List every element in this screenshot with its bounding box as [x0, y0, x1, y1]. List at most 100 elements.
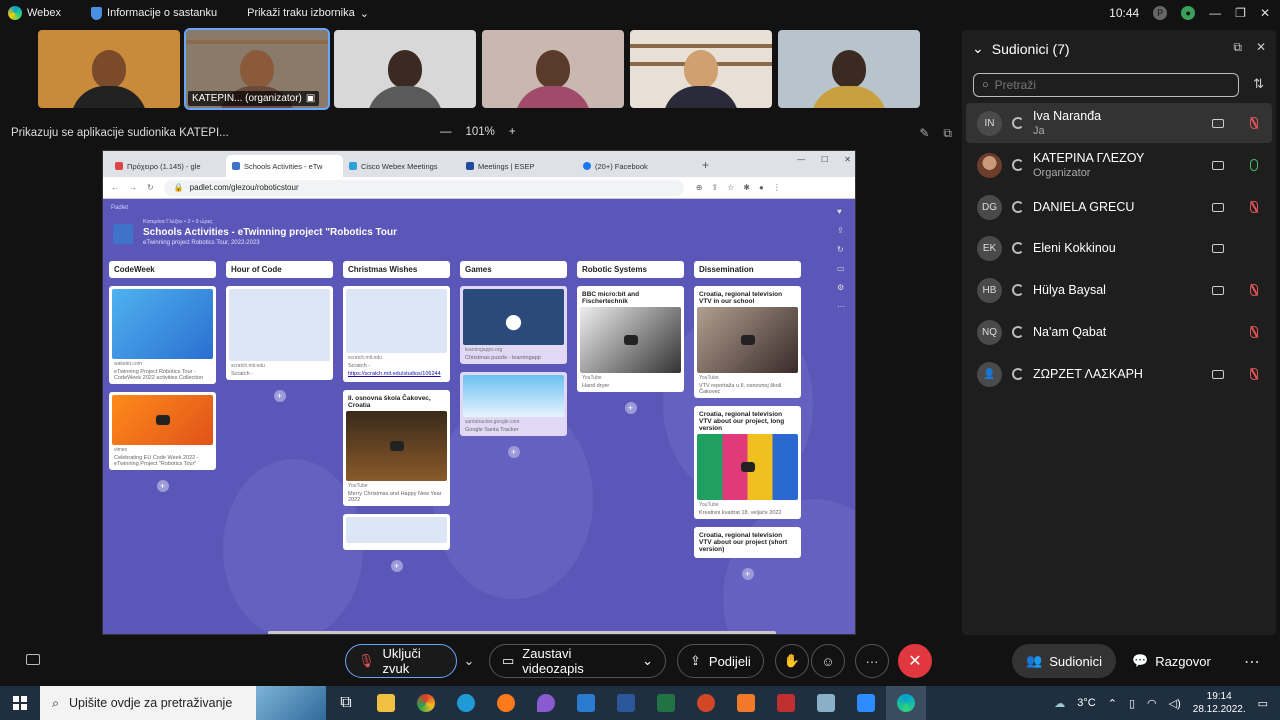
mic-muted-icon[interactable] [1250, 326, 1258, 338]
taskbar-app[interactable] [606, 686, 646, 720]
add-post-button[interactable]: + [741, 568, 754, 580]
share-button[interactable]: ⇪ Podijeli [677, 644, 764, 678]
captions-icon[interactable] [26, 654, 40, 665]
extensions-icon[interactable]: ✱ [743, 183, 750, 192]
video-tile[interactable] [38, 30, 180, 108]
temperature[interactable]: 3°C [1077, 697, 1095, 709]
meeting-info-button[interactable]: Informacije o sastanku [91, 6, 217, 20]
restore-icon[interactable]: ❐ [1235, 6, 1246, 20]
app-menu[interactable]: Webex [8, 6, 61, 20]
post-card[interactable]: scratch.mit.edu Scratch - https://scratc… [343, 286, 450, 382]
more-icon[interactable]: ⋯ [837, 302, 851, 311]
browser-tab-active[interactable]: Schools Activities - eTw [226, 155, 343, 177]
post-card[interactable]: vimeo Celebrating EU Code Week 2022 - eT… [109, 392, 216, 470]
post-card[interactable]: scratch.mit.edu Scratch - [226, 286, 333, 380]
mic-muted-icon[interactable] [1250, 201, 1258, 213]
card-link[interactable]: https://scratch.mit.edu/studios/106244 [346, 369, 447, 379]
pop-out-icon[interactable]: ⧉ [1233, 40, 1242, 55]
menu-icon[interactable]: ⋮ [773, 183, 781, 192]
mic-muted-icon[interactable] [1250, 284, 1258, 296]
participant-row[interactable]: EK Eleni Kokkinou [966, 228, 1272, 268]
video-tile-active[interactable]: ΚΑΤΕΡΙΝ... (organizator) ▣ [184, 28, 330, 110]
taskbar-search[interactable]: ⌕ Upišite ovdje za pretraživanje [40, 686, 326, 720]
sort-icon[interactable]: ⇅ [1253, 76, 1264, 92]
taskbar-app[interactable] [486, 686, 526, 720]
heart-icon[interactable]: ♥ [837, 207, 851, 216]
video-tile[interactable] [334, 30, 476, 108]
add-post-button[interactable]: + [390, 560, 403, 572]
taskbar-app[interactable] [566, 686, 606, 720]
settings-icon[interactable]: ⚙ [837, 283, 851, 292]
taskbar-app[interactable] [526, 686, 566, 720]
add-post-button[interactable]: + [156, 480, 169, 492]
mic-muted-icon[interactable] [1250, 368, 1258, 380]
more-options-button[interactable]: ··· [855, 644, 889, 678]
taskbar-clock[interactable]: 19:14 28.12.2022. [1193, 690, 1246, 716]
start-button[interactable] [0, 686, 40, 720]
browser-tab[interactable]: (20+) Facebook [577, 155, 694, 177]
post-card[interactable]: BBC micro:bit and Fischertechnik YouTube… [577, 286, 684, 392]
raise-hand-button[interactable]: ✋ [775, 644, 809, 678]
taskbar-app[interactable] [406, 686, 446, 720]
close-icon[interactable]: ✕ [1260, 6, 1270, 20]
add-post-button[interactable]: + [507, 446, 520, 458]
participant-row[interactable]: HB Hülya Baysal [966, 270, 1272, 310]
profile-icon[interactable]: ● [759, 183, 764, 192]
stop-video-button[interactable]: ▭ Zaustavi videozapis ⌄ [489, 644, 666, 678]
reactions-button[interactable]: ☺ [811, 644, 845, 678]
pop-out-icon[interactable]: ⧉ [943, 126, 952, 141]
annotate-icon[interactable]: ✎ [919, 126, 929, 141]
reload-icon[interactable]: ↻ [147, 183, 154, 192]
zoom-icon[interactable]: ⊕ [696, 183, 703, 192]
horizontal-scrollbar[interactable] [268, 631, 776, 634]
participant-row[interactable]: NQ Na'am Qabat [966, 312, 1272, 352]
minimize-icon[interactable]: — [797, 155, 805, 164]
taskbar-app[interactable] [366, 686, 406, 720]
participant-row[interactable]: ΚΑΤΕΡΙΝΑ ΓΛΕΖΟΥ Organizator [966, 145, 1272, 185]
participant-row[interactable]: IN Iva Naranđa Ja [966, 103, 1272, 143]
mic-on-icon[interactable] [1250, 159, 1258, 171]
url-field[interactable]: 🔒 padlet.com/glezou/roboticstour [163, 179, 684, 196]
post-card[interactable]: learningapps.org Christmas puzzle - lear… [460, 286, 567, 364]
post-card[interactable]: Croatia, regional television VTV about o… [694, 406, 801, 519]
remake-icon[interactable]: ↻ [837, 245, 851, 254]
share-icon[interactable]: ⇪ [711, 183, 718, 192]
minimize-icon[interactable]: — [1209, 6, 1221, 20]
more-panels-icon[interactable]: ⋯ [1244, 652, 1260, 672]
star-icon[interactable]: ☆ [727, 183, 734, 192]
share-icon[interactable]: ⇪ [837, 226, 851, 235]
close-icon[interactable]: ✕ [1256, 40, 1266, 55]
audio-options-chevron[interactable]: ⌄ [458, 644, 480, 678]
participant-row[interactable]: DG DANIELA GRECU [966, 187, 1272, 227]
notifications-icon[interactable]: ▭ [1258, 697, 1268, 710]
back-icon[interactable]: ← [111, 183, 119, 192]
slideshow-icon[interactable]: ▭ [837, 264, 851, 273]
zoom-in-button[interactable]: + [509, 126, 516, 138]
close-icon[interactable]: ✕ [844, 155, 851, 164]
search-input[interactable] [994, 78, 1215, 92]
post-card[interactable]: Croatia, regional television VTV in our … [694, 286, 801, 398]
add-post-button[interactable]: + [624, 402, 637, 414]
taskbar-app[interactable] [766, 686, 806, 720]
browser-tab[interactable]: Πρόχειρο (1.145) - gle [109, 155, 226, 177]
status-icon[interactable]: P [1153, 6, 1168, 20]
participant-row[interactable]: 👤 ΖΩΡΖΕΤ ΛΑΣΚΑΡΗ [966, 354, 1272, 394]
chevron-up-icon[interactable]: ⌃ [1108, 697, 1117, 710]
taskbar-app[interactable] [846, 686, 886, 720]
forward-icon[interactable]: → [129, 183, 137, 192]
zoom-out-button[interactable]: — [440, 126, 452, 138]
taskbar-app-active[interactable] [886, 686, 926, 720]
video-tile[interactable] [778, 30, 920, 108]
post-card[interactable]: Croatia, regional television VTV about o… [694, 527, 801, 558]
taskbar-app[interactable] [646, 686, 686, 720]
restore-icon[interactable]: ☐ [821, 155, 828, 164]
post-card[interactable] [343, 514, 450, 550]
browser-tab[interactable]: Meetings | ESEP [460, 155, 577, 177]
mic-muted-icon[interactable] [1250, 117, 1258, 129]
post-card[interactable]: II. osnovna škola Čakovec, Croatia YouTu… [343, 390, 450, 506]
end-call-button[interactable]: ✕ [898, 644, 932, 678]
taskbar-app[interactable] [806, 686, 846, 720]
unmute-button[interactable]: 🎙 Uključi zvuk [345, 644, 457, 678]
battery-icon[interactable]: ▯ [1129, 697, 1135, 710]
taskbar-app[interactable] [726, 686, 766, 720]
